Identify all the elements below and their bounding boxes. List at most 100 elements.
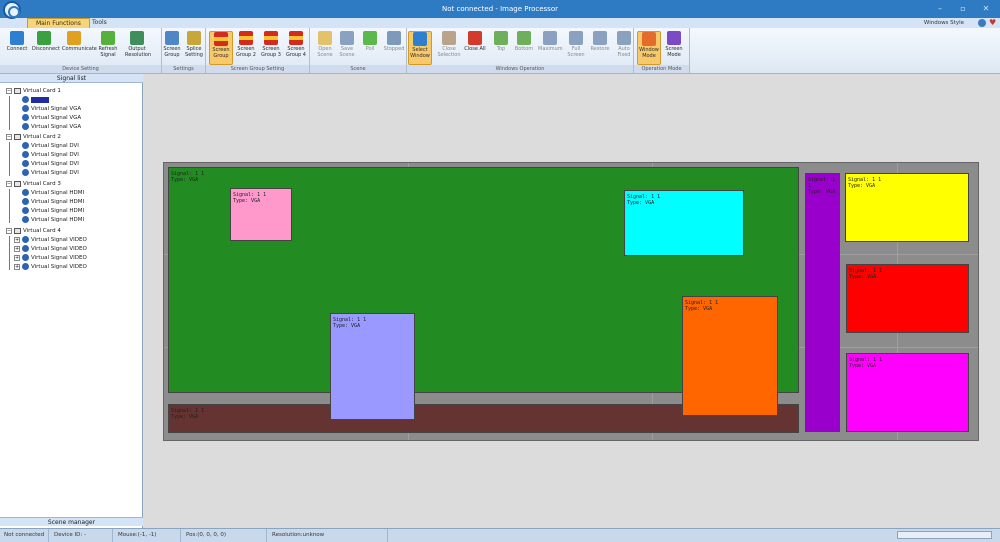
signal-window-type: Type: VGA: [627, 200, 655, 206]
tree-signal-item[interactable]: +Virtual Signal DVI: [14, 169, 79, 178]
screen-group-3-button[interactable]: Screen Group 3: [259, 31, 283, 65]
flag-icon: [264, 31, 278, 45]
top-button[interactable]: Top: [489, 31, 513, 65]
tab-tools[interactable]: Tools: [84, 18, 115, 28]
poll-button[interactable]: Poll: [358, 31, 382, 65]
splice-setting-button[interactable]: Splice Setting: [182, 31, 206, 65]
flag-icon: [214, 32, 228, 46]
expand-icon[interactable]: +: [14, 245, 20, 252]
tab-main-functions[interactable]: Main Functions: [27, 18, 90, 28]
screen-group-2-button[interactable]: Screen Group 2: [234, 31, 258, 65]
signal-window-pink[interactable]: Signal: 1 1 Type: VGA: [230, 188, 292, 241]
tree-signal-item[interactable]: +: [14, 96, 49, 105]
tree-signal-item[interactable]: +Virtual Signal HDMI: [14, 189, 84, 198]
signal-window-magenta[interactable]: Signal: 1 1 Type: VGA: [846, 353, 969, 432]
signal-window-cyan[interactable]: Signal: 1 1 Type: VGA: [624, 190, 744, 256]
tree-card-2[interactable]: − Virtual Card 2: [6, 133, 61, 142]
tree-signal-item[interactable]: +Virtual Signal HDMI: [14, 198, 84, 207]
ribbon-group-label: Settings: [162, 65, 205, 73]
tree-signal-item[interactable]: +Virtual Signal DVI: [14, 151, 79, 160]
open-scene-button[interactable]: Open Scene: [313, 31, 337, 65]
card-icon: [14, 227, 21, 234]
ribbon-button-label: Close Selection: [437, 46, 461, 58]
tree-signal-item[interactable]: +Virtual Signal VGA: [14, 123, 81, 132]
expand-icon[interactable]: +: [14, 254, 20, 261]
theme-style-selector[interactable]: Windows Style: [924, 18, 964, 28]
full-screen-button[interactable]: Full Screen: [564, 31, 588, 65]
ribbon-button-label: Save Scene: [339, 46, 355, 58]
signal-window-orange[interactable]: Signal: 1 1 Type: VGA: [682, 296, 778, 416]
maximize-button[interactable]: ▫: [952, 0, 974, 18]
signal-window-purple[interactable]: Signal: 1 1 Type: VGA: [805, 173, 840, 432]
signal-window-red[interactable]: Signal: 1 1 Type: VGA: [846, 264, 969, 333]
tree-signal-label: Virtual Signal HDMI: [31, 190, 85, 196]
help-icon[interactable]: [978, 19, 986, 27]
screen-mode-button[interactable]: Screen Mode: [662, 31, 686, 65]
bottom-button[interactable]: Bottom: [512, 31, 536, 65]
tree-signal-item[interactable]: + Virtual Signal VIDEO: [14, 263, 87, 272]
tree-card-label: Virtual Card 3: [23, 181, 61, 187]
collapse-icon[interactable]: −: [6, 87, 12, 94]
ribbon-button-label: Poll: [365, 46, 375, 52]
tree-signal-item[interactable]: +Virtual Signal DVI: [14, 160, 79, 169]
heart-icon[interactable]: ♥: [989, 19, 997, 27]
tree-signal-item[interactable]: + Virtual Signal VIDEO: [14, 245, 87, 254]
screen-group-button[interactable]: Screen Group: [209, 31, 233, 65]
globe-connect-icon: [10, 31, 24, 45]
expand-icon[interactable]: +: [14, 236, 20, 243]
close-all-button[interactable]: Close All: [463, 31, 487, 65]
status-position: Pos:(0, 0, 0, 0): [182, 529, 267, 542]
select-window-button[interactable]: Select Window: [408, 31, 432, 65]
tree-card-1[interactable]: − Virtual Card 1: [6, 87, 61, 96]
output-resolution-button[interactable]: Output Resolution: [125, 31, 151, 65]
collapse-icon[interactable]: −: [6, 133, 12, 140]
minimize-button[interactable]: –: [929, 0, 951, 18]
scene-manager-tab[interactable]: Scene manager: [0, 517, 143, 526]
expand-icon[interactable]: +: [14, 263, 20, 270]
window-mode-button[interactable]: Window Mode: [637, 31, 661, 65]
screen-group-4-button[interactable]: Screen Group 4: [284, 31, 308, 65]
tree-signal-item[interactable]: +Virtual Signal VGA: [14, 105, 81, 114]
signal-icon: [22, 216, 29, 223]
tree-signal-item[interactable]: + Virtual Signal VIDEO: [14, 254, 87, 263]
tree-signal-label: Virtual Signal HDMI: [31, 199, 85, 205]
tree-signal-item[interactable]: +Virtual Signal VGA: [14, 114, 81, 123]
ribbon-button-label: Screen Mode: [665, 46, 683, 58]
refresh-signal-button[interactable]: Refresh Signal: [96, 31, 120, 65]
disconnect-button[interactable]: Disconnect: [32, 31, 60, 65]
restore-button[interactable]: Restore: [588, 31, 612, 65]
tree-signal-label: Virtual Signal DVI: [31, 143, 79, 149]
ribbon-button-label: Connect: [6, 46, 28, 52]
signal-window-lavender[interactable]: Signal: 1 1 Type: VGA: [330, 313, 415, 420]
tree-signal-item[interactable]: +Virtual Signal DVI: [14, 142, 79, 151]
tree-signal-item[interactable]: +Virtual Signal HDMI: [14, 216, 84, 225]
connect-button[interactable]: Connect: [5, 31, 29, 65]
signal-window-type: Type: VGA: [848, 183, 876, 189]
collapse-icon[interactable]: −: [6, 227, 12, 234]
close-window-button[interactable]: ✕: [975, 0, 997, 18]
collapse-icon[interactable]: −: [6, 180, 12, 187]
arrow-up-icon: [494, 31, 508, 45]
status-connection: Not connected: [0, 529, 49, 542]
tree-card-4[interactable]: − Virtual Card 4: [6, 227, 61, 236]
save-scene-button[interactable]: Save Scene: [335, 31, 359, 65]
folder-open-icon: [318, 31, 332, 45]
close-selection-button[interactable]: Close Selection: [437, 31, 461, 65]
card-icon: [14, 87, 21, 94]
app-logo-icon[interactable]: [3, 1, 21, 19]
tree-card-3[interactable]: − Virtual Card 3: [6, 180, 61, 189]
flag-icon: [239, 31, 253, 45]
ribbon-group-label: Device Setting: [0, 65, 161, 73]
tree-signal-item[interactable]: +Virtual Signal HDMI: [14, 207, 84, 216]
tree-signal-label: Virtual Signal HDMI: [31, 208, 85, 214]
tree-signal-item[interactable]: + Virtual Signal VIDEO: [14, 236, 87, 245]
signal-window-yellow[interactable]: Signal: 1 1 Type: VGA: [845, 173, 969, 242]
ribbon-button-label: Disconnect: [32, 46, 60, 52]
screen-group-button[interactable]: Screen Group: [160, 31, 184, 65]
card-icon: [14, 133, 21, 140]
auto-fixed-button[interactable]: Auto Fixed: [612, 31, 636, 65]
maximum-button[interactable]: Maximum: [538, 31, 563, 65]
communicate-button[interactable]: Communicate: [62, 31, 97, 65]
stopped-button[interactable]: Stopped: [382, 31, 406, 65]
signal-icon: [22, 160, 29, 167]
